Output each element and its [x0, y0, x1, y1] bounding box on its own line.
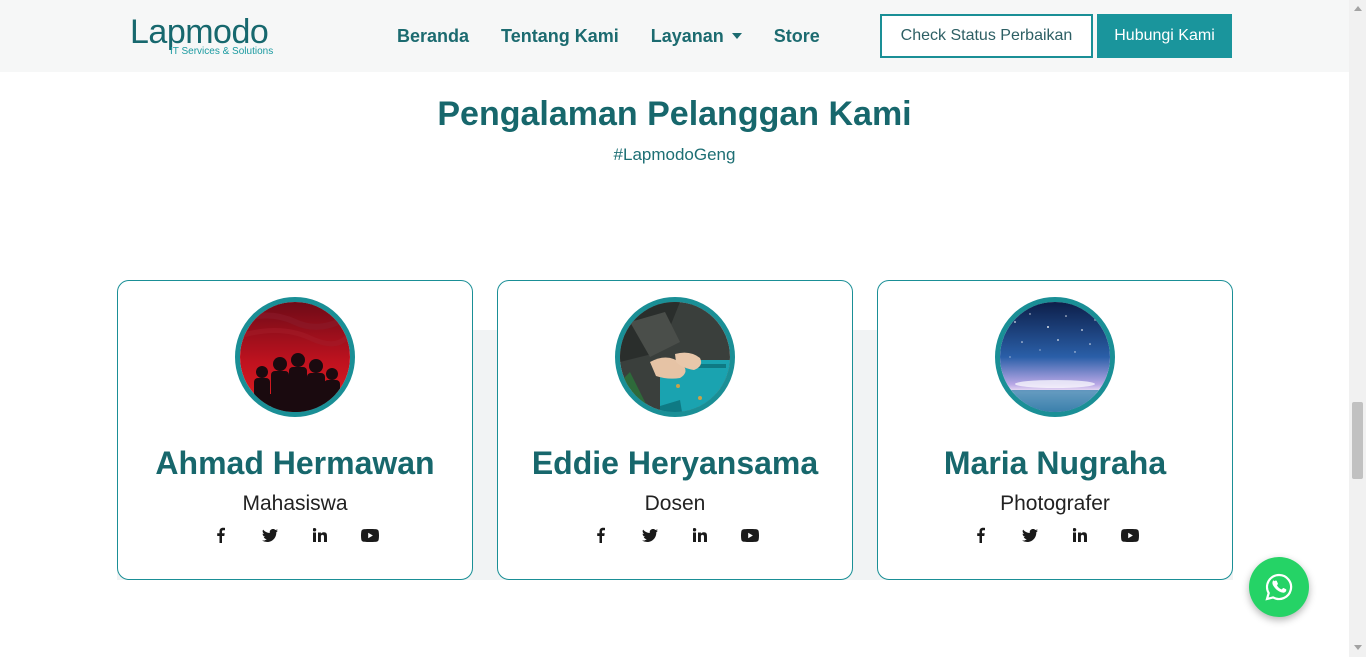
twitter-icon[interactable] — [1005, 526, 1055, 544]
nav-item-label: Layanan — [650, 26, 724, 46]
youtube-icon[interactable] — [1105, 526, 1155, 544]
social-links — [498, 526, 852, 544]
scroll-thumb[interactable] — [1352, 402, 1363, 479]
contact-button[interactable]: Hubungi Kami — [1097, 14, 1232, 58]
facebook-icon[interactable] — [955, 526, 1005, 544]
caret-down-icon — [731, 33, 742, 39]
customer-role: Dosen — [644, 492, 706, 515]
nav-item-label: Beranda — [397, 26, 470, 46]
nav-item-tentang-kami[interactable]: Tentang Kami — [501, 24, 619, 48]
logo-tagline: IT Services & Solutions — [170, 46, 274, 57]
nav-item-store[interactable]: Store — [774, 24, 820, 48]
nav-item-layanan-dropdown[interactable]: Layanan — [651, 24, 742, 48]
customer-name: Eddie Heryansama — [531, 445, 819, 481]
red-silhouette-photo — [240, 302, 350, 412]
customer-role: Photografer — [1000, 492, 1110, 515]
section-title: Pengalaman Pelanggan Kami — [437, 95, 912, 133]
whatsapp-button[interactable] — [1249, 557, 1309, 617]
twitter-icon[interactable] — [245, 526, 295, 544]
customer-role: Mahasiswa — [242, 492, 348, 515]
check-status-button[interactable]: Check Status Perbaikan — [880, 14, 1093, 58]
customer-name: Maria Nugraha — [943, 445, 1167, 481]
nav-links: Beranda Tentang Kami Layanan Store — [397, 24, 852, 48]
logo[interactable]: Lapmodo IT Services & Solutions — [130, 13, 290, 60]
linkedin-icon[interactable] — [295, 526, 345, 544]
facebook-icon[interactable] — [575, 526, 625, 544]
starry-sky-photo — [1000, 302, 1110, 412]
nav-item-label: Store — [773, 26, 820, 46]
testimonial-card: Eddie Heryansama Dosen — [497, 280, 853, 580]
scroll-up-arrow-icon[interactable] — [1354, 6, 1362, 11]
page: Lapmodo IT Services & Solutions Beranda … — [0, 0, 1366, 657]
navbar: Lapmodo IT Services & Solutions Beranda … — [0, 0, 1349, 72]
nav-item-label: Tentang Kami — [501, 26, 619, 46]
youtube-icon[interactable] — [345, 526, 395, 544]
linkedin-icon[interactable] — [1055, 526, 1105, 544]
youtube-icon[interactable] — [725, 526, 775, 544]
scroll-down-arrow-icon[interactable] — [1354, 645, 1362, 650]
facebook-icon[interactable] — [195, 526, 245, 544]
scrollbar[interactable] — [1349, 0, 1366, 657]
hands-on-bag-photo — [620, 302, 730, 412]
avatar — [995, 297, 1115, 417]
social-links — [878, 526, 1232, 544]
nav-item-beranda[interactable]: Beranda — [397, 24, 469, 48]
customer-name: Ahmad Hermawan — [155, 445, 435, 481]
linkedin-icon[interactable] — [675, 526, 725, 544]
whatsapp-icon — [1265, 573, 1293, 601]
testimonial-card: Ahmad Hermawan Mahasiswa — [117, 280, 473, 580]
section-hashtag: #LapmodoGeng — [613, 145, 736, 164]
twitter-icon[interactable] — [625, 526, 675, 544]
avatar — [615, 297, 735, 417]
avatar — [235, 297, 355, 417]
testimonial-card: Maria Nugraha Photografer — [877, 280, 1233, 580]
social-links — [118, 526, 472, 544]
